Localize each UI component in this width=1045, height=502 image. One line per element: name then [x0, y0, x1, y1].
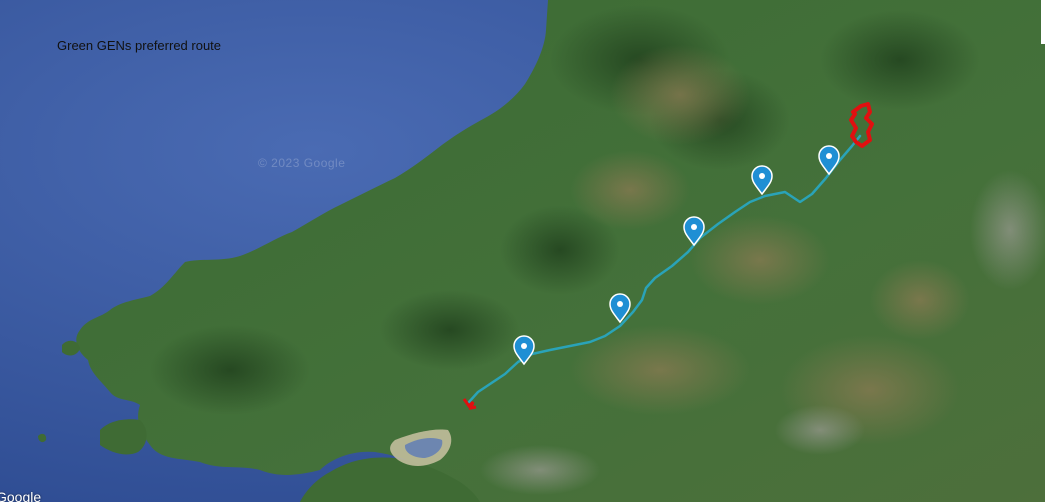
- map-edge-tab: [1041, 0, 1045, 44]
- upland: [610, 45, 750, 145]
- forest-area: [380, 290, 520, 370]
- town: [480, 445, 600, 495]
- upland: [570, 150, 690, 230]
- upland: [870, 260, 970, 340]
- forest-area: [820, 10, 980, 110]
- town: [775, 405, 865, 455]
- google-logo[interactable]: Google: [0, 489, 41, 502]
- map-title: Green GENs preferred route: [57, 38, 222, 53]
- forest-area: [150, 325, 310, 415]
- copyright-watermark: © 2023 Google: [258, 156, 346, 170]
- satellite-basemap: [0, 0, 1045, 502]
- map-view[interactable]: Green GENs preferred route © 2023 Google…: [0, 0, 1045, 502]
